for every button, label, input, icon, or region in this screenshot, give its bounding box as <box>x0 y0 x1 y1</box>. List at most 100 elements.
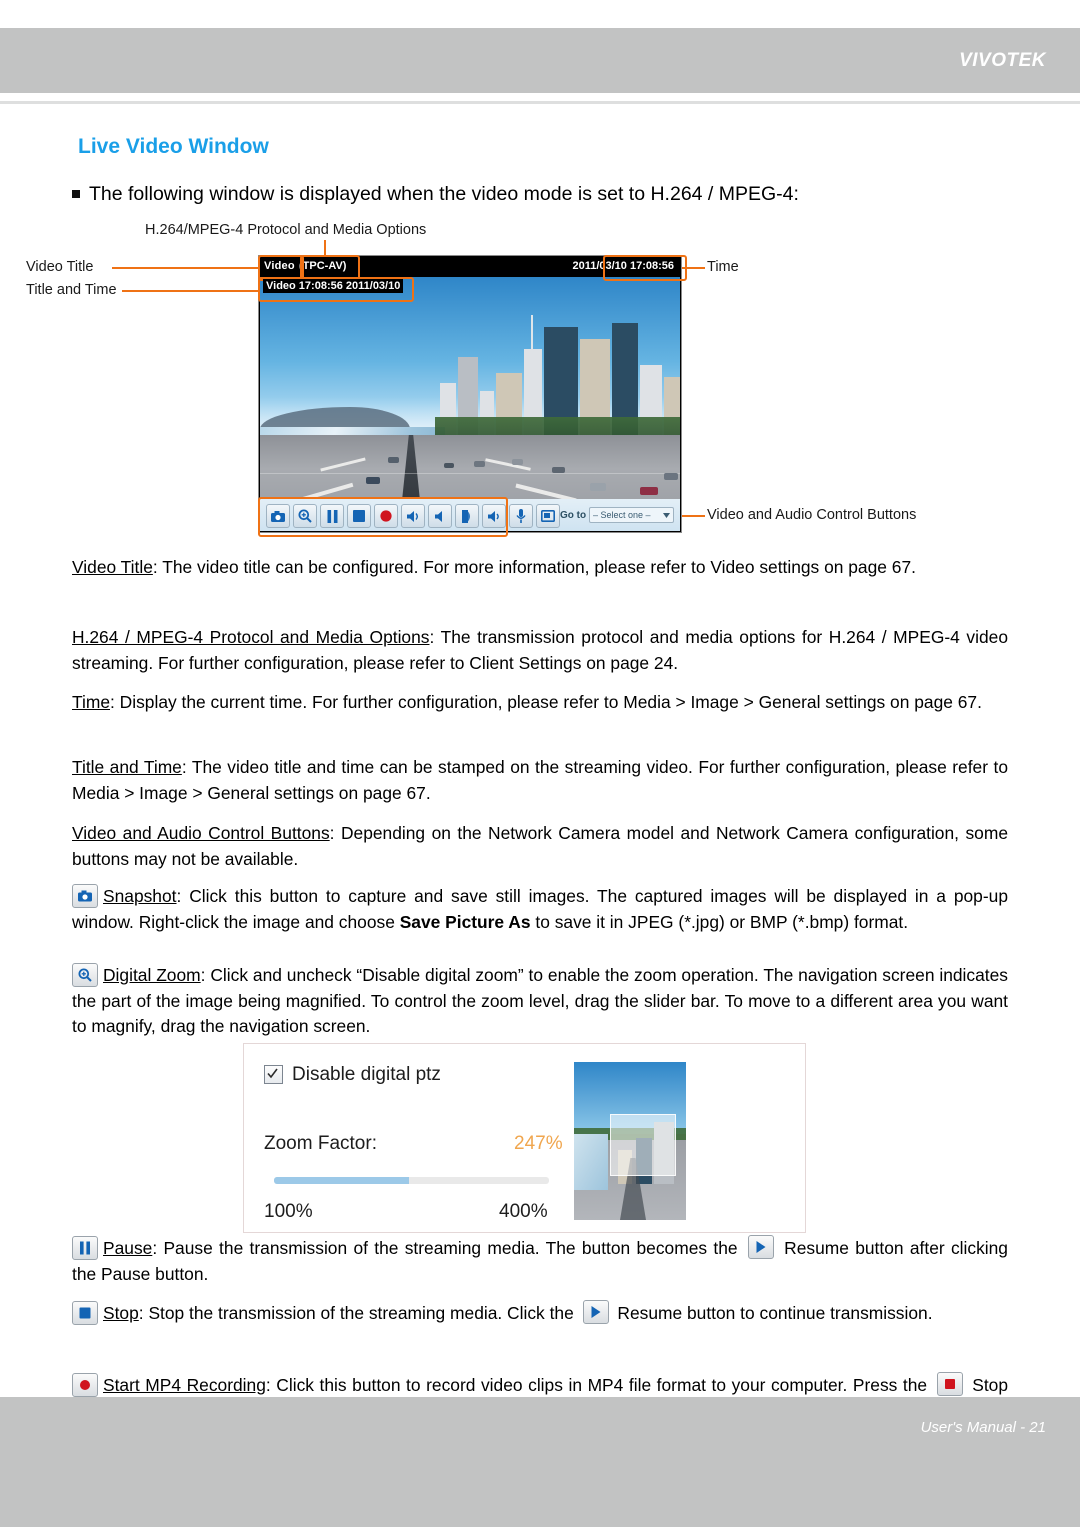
resume-icon <box>582 1300 609 1324</box>
snapshot-button[interactable] <box>266 504 290 528</box>
term-digital-zoom: Digital Zoom <box>103 965 201 985</box>
page-footer-band: User's Manual - 21 <box>0 1397 1080 1527</box>
leader-controls <box>681 515 705 517</box>
term-video-title: Video Title <box>72 557 153 577</box>
talk-button[interactable] <box>455 504 479 528</box>
mic-icon <box>516 509 526 523</box>
paragraph-pause: Pause: Pause the transmission of the str… <box>72 1235 1008 1287</box>
callout-time-label: Time <box>707 259 739 275</box>
record-icon <box>380 510 392 522</box>
scene-skyline <box>440 307 680 435</box>
leader-video-title <box>112 267 261 269</box>
intro-bullet: The following window is displayed when t… <box>72 183 799 206</box>
digital-ptz-dialog: Disable digital ptz Zoom Factor: 247% 10… <box>243 1043 806 1233</box>
talk-icon <box>461 509 474 523</box>
term-pause: Pause <box>103 1238 153 1258</box>
text-stop-b: Resume button to continue transmission. <box>612 1303 933 1323</box>
mute-button[interactable] <box>428 504 452 528</box>
disable-digital-ptz-checkbox[interactable] <box>264 1065 283 1084</box>
video-title-bar: Video (TPC-AV) 2011/03/10 17:08:56 <box>259 256 681 277</box>
callout-controls-label: Video and Audio Control Buttons <box>707 507 917 523</box>
leader-title-and-time <box>122 290 261 292</box>
stop-button[interactable] <box>347 504 371 528</box>
term-time: Time <box>72 692 110 712</box>
paragraph-control-buttons: Video and Audio Control Buttons: Dependi… <box>72 821 1008 872</box>
text-time: : Display the current time. For further … <box>110 692 982 712</box>
record-button[interactable] <box>374 504 398 528</box>
term-control-buttons: Video and Audio Control Buttons <box>72 823 330 843</box>
chevron-down-icon <box>663 510 670 520</box>
navigation-selection-box <box>610 1114 676 1176</box>
fullscreen-button[interactable] <box>536 504 560 528</box>
mic-level-icon <box>487 510 501 523</box>
term-title-and-time: Title and Time <box>72 757 182 777</box>
term-stop: Stop <box>103 1303 139 1323</box>
text-mp4-a: : Click this button to record video clip… <box>265 1375 933 1395</box>
paragraph-snapshot: Snapshot: Click this button to capture a… <box>72 884 1008 935</box>
digital-zoom-icon <box>72 963 98 987</box>
header-divider-rule <box>0 101 1080 104</box>
text-title-and-time: : The video title and time can be stampe… <box>72 757 1008 803</box>
text-pause-a: : Pause the transmission of the streamin… <box>152 1238 744 1258</box>
bullet-square-icon <box>72 190 80 198</box>
callout-title-and-time-label: Title and Time <box>26 282 117 298</box>
volume-button[interactable] <box>401 504 425 528</box>
start-mp4-recording-icon <box>72 1373 98 1397</box>
paragraph-protocol: H.264 / MPEG-4 Protocol and Media Option… <box>72 625 1008 676</box>
text-video-title: : The video title can be configured. For… <box>152 557 916 577</box>
term-snapshot: Snapshot <box>103 886 177 906</box>
callout-protocol-label: H.264/MPEG-4 Protocol and Media Options <box>145 222 427 238</box>
zoom-min-label: 100% <box>264 1201 313 1222</box>
goto-select-value: – Select one – <box>593 510 651 520</box>
video-title-text: Video <box>264 260 295 272</box>
paragraph-video-title: Video Title: The video title can be conf… <box>72 555 1008 581</box>
paragraph-digital-zoom: Digital Zoom: Click and uncheck “Disable… <box>72 963 1008 1040</box>
term-protocol: H.264 / MPEG-4 Protocol and Media Option… <box>72 627 430 647</box>
text-stop-a: : Stop the transmission of the streaming… <box>138 1303 579 1323</box>
text-digital-zoom: : Click and uncheck “Disable digital zoo… <box>72 965 1008 1036</box>
zoom-factor-value: 247% <box>514 1133 563 1154</box>
paragraph-stop: Stop: Stop the transmission of the strea… <box>72 1300 1008 1327</box>
live-video-window: Video (TPC-AV) 2011/03/10 17:08:56 Video… <box>259 256 681 532</box>
stop-icon <box>353 510 365 522</box>
video-scene-image <box>260 277 680 499</box>
pause-icon <box>327 509 338 523</box>
snapshot-icon <box>72 884 98 908</box>
leader-time <box>681 267 705 269</box>
volume-icon <box>406 510 420 523</box>
vivotek-logo: VIVOTEK <box>959 50 1046 71</box>
goto-label: Go to <box>560 510 587 521</box>
pause-button[interactable] <box>320 504 344 528</box>
live-video-window-figure: H.264/MPEG-4 Protocol and Media Options … <box>0 218 1080 538</box>
stop-mp4-recording-icon <box>936 1372 963 1396</box>
paragraph-title-and-time: Title and Time: The video title and time… <box>72 755 1008 806</box>
video-protocol-text: (TPC-AV) <box>299 260 347 272</box>
zoom-factor-label: Zoom Factor: <box>264 1133 377 1154</box>
zoom-slider[interactable] <box>274 1177 549 1184</box>
video-time-text: 2011/03/10 17:08:56 <box>572 260 674 272</box>
text-snapshot-bold: Save Picture As <box>399 911 531 932</box>
zoom-max-label: 400% <box>499 1201 548 1222</box>
callout-video-title-label: Video Title <box>26 259 94 275</box>
footer-page-label: User's Manual - 21 <box>920 1419 1046 1436</box>
mic-level-button[interactable] <box>482 504 506 528</box>
mic-button[interactable] <box>509 504 533 528</box>
navigation-screen[interactable] <box>574 1062 686 1220</box>
digital-zoom-icon <box>298 509 312 523</box>
resume-icon <box>747 1235 774 1259</box>
digital-zoom-button[interactable] <box>293 504 317 528</box>
video-audio-control-bar: Go to – Select one – <box>260 499 680 531</box>
fullscreen-icon <box>541 510 555 522</box>
text-snapshot-b: to save it in JPEG (*.jpg) or BMP (*.bmp… <box>530 911 909 932</box>
intro-bullet-text: The following window is displayed when t… <box>89 183 799 205</box>
stop-icon <box>72 1301 98 1325</box>
snapshot-icon <box>271 510 285 522</box>
disable-digital-ptz-label: Disable digital ptz <box>292 1064 441 1085</box>
term-mp4-recording: Start MP4 Recording <box>103 1375 266 1395</box>
goto-select[interactable]: – Select one – <box>589 507 674 523</box>
video-title-time-stamp: Video 17:08:56 2011/03/10 <box>263 279 404 293</box>
page-title: Live Video Window <box>78 135 269 158</box>
mute-icon <box>434 510 447 523</box>
page-header-band: VIVOTEK <box>0 28 1080 93</box>
zoom-slider-fill <box>274 1177 409 1184</box>
